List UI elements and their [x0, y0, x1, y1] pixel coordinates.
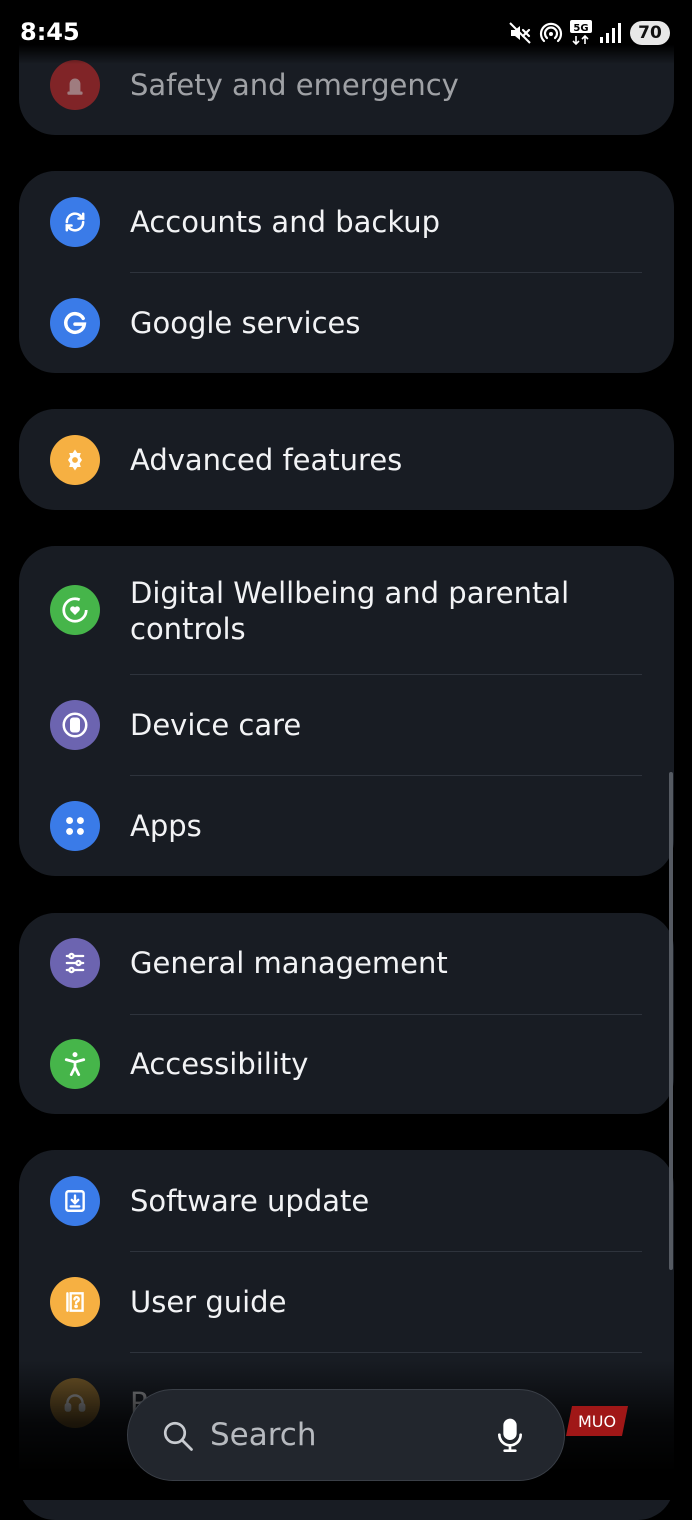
settings-item-user-guide[interactable]: User guide	[19, 1251, 674, 1352]
sliders-icon	[50, 938, 100, 988]
scrollbar[interactable]	[669, 772, 673, 1270]
siren-icon	[50, 60, 100, 110]
muo-watermark-logo: MUO	[566, 1406, 628, 1436]
settings-item-label: General management	[130, 946, 448, 980]
settings-group-advanced: Advanced features	[19, 409, 674, 510]
search-bar[interactable]: Search	[127, 1389, 565, 1481]
settings-item-label: Software update	[130, 1184, 370, 1218]
google-g-icon	[50, 298, 100, 348]
settings-item-label: Google services	[130, 306, 361, 340]
settings-item-label: Safety and emergency	[130, 68, 459, 102]
settings-item-general-management[interactable]: General management	[19, 913, 674, 1014]
settings-item-software-update[interactable]: Software update	[19, 1150, 674, 1251]
svg-text:MUO: MUO	[578, 1412, 616, 1431]
status-time: 8:45	[20, 18, 80, 46]
settings-group-general: General management Accessibility	[19, 913, 674, 1114]
accessibility-icon	[50, 1039, 100, 1089]
download-icon	[50, 1176, 100, 1226]
settings-item-device-care[interactable]: Device care	[19, 674, 674, 775]
question-book-icon	[50, 1277, 100, 1327]
search-icon	[163, 1421, 193, 1451]
settings-item-digital-wellbeing[interactable]: Digital Wellbeing and parental controls	[19, 546, 674, 674]
settings-item-accessibility[interactable]: Accessibility	[19, 1014, 674, 1114]
settings-item-accounts-and-backup[interactable]: Accounts and backup	[19, 171, 674, 272]
settings-item-label: Accounts and backup	[130, 205, 441, 239]
hotspot-icon	[539, 22, 563, 43]
sync-icon	[50, 197, 100, 247]
settings-item-apps[interactable]: Apps	[19, 775, 674, 876]
settings-item-label: User guide	[130, 1285, 287, 1319]
settings-item-google-services[interactable]: Google services	[19, 272, 674, 373]
5g-icon: 5G	[570, 20, 592, 46]
status-icons: 5G 70	[508, 20, 670, 46]
settings-item-label: Apps	[130, 809, 202, 843]
puzzle-gear-icon	[50, 435, 100, 485]
device-care-icon	[50, 700, 100, 750]
mute-icon	[509, 22, 531, 44]
settings-item-label: Accessibility	[130, 1047, 309, 1081]
settings-group-wellbeing: Digital Wellbeing and parental controls …	[19, 546, 674, 876]
search-placeholder: Search	[210, 1417, 317, 1453]
signal-icon	[600, 23, 621, 43]
microphone-icon[interactable]	[494, 1417, 526, 1455]
apps-grid-icon	[50, 801, 100, 851]
settings-item-advanced-features[interactable]: Advanced features	[19, 409, 674, 510]
settings-item-label: Device care	[130, 708, 302, 742]
settings-group-accounts: Accounts and backup Google services	[19, 171, 674, 373]
battery-indicator: 70	[630, 21, 670, 45]
status-bar: 8:45 5G 70	[0, 0, 692, 64]
settings-item-label: Advanced features	[130, 443, 403, 477]
svg-text:5G: 5G	[573, 23, 588, 34]
heart-ring-icon	[50, 585, 100, 635]
settings-item-label: Digital Wellbeing and parental controls	[130, 576, 570, 646]
